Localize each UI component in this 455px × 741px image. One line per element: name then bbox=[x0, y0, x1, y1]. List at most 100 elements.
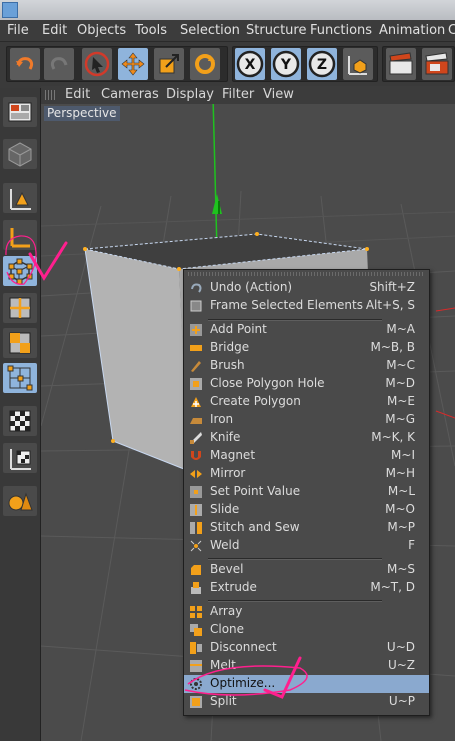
stitch-icon bbox=[189, 521, 203, 535]
menu-tools[interactable]: Tools bbox=[135, 23, 167, 38]
points-mode-button[interactable] bbox=[3, 256, 37, 286]
menu-item-shortcut: Alt+S, S bbox=[365, 298, 415, 312]
texture-axis-button[interactable] bbox=[3, 220, 37, 250]
menu-functions[interactable]: Functions bbox=[310, 23, 372, 38]
menu-item-magnet[interactable]: Magnet M~I bbox=[184, 447, 429, 465]
menu-item-label: Frame Selected Elements bbox=[210, 298, 363, 312]
menu-item-add-point[interactable]: Add Point M~A bbox=[184, 321, 429, 339]
axis-y-button[interactable]: Y bbox=[271, 48, 301, 80]
menu-bar: File Edit Objects Tools Selection Struct… bbox=[0, 20, 455, 42]
layout-icon bbox=[8, 102, 32, 122]
redo-button[interactable] bbox=[44, 48, 74, 80]
menu-item-shortcut: M~B, B bbox=[370, 340, 415, 354]
sculpt-button[interactable] bbox=[3, 486, 37, 516]
object-axis-icon bbox=[10, 189, 31, 210]
menu-structure[interactable]: Structure bbox=[246, 23, 306, 38]
live-selection-button[interactable] bbox=[82, 48, 112, 80]
menu-item-label: Mirror bbox=[210, 466, 246, 480]
axis-y-icon: Y bbox=[272, 50, 300, 78]
menu-item-label: Stitch and Sew bbox=[210, 520, 300, 534]
menu-item-close-polygon-hole[interactable]: Close Polygon Hole M~D bbox=[184, 375, 429, 393]
menu-item-label: Bridge bbox=[210, 340, 250, 354]
rotate-button[interactable] bbox=[190, 48, 220, 80]
svg-text:X: X bbox=[245, 57, 256, 73]
move-button[interactable] bbox=[118, 48, 148, 80]
bevel-icon bbox=[189, 563, 203, 577]
viewport-menu-edit[interactable]: Edit bbox=[65, 87, 90, 102]
axis-x-button[interactable]: X bbox=[235, 48, 265, 80]
menu-item-stitch-and-sew[interactable]: Stitch and Sew M~P bbox=[184, 519, 429, 537]
viewport-grip[interactable] bbox=[45, 90, 57, 100]
menu-item-shortcut: M~C bbox=[386, 358, 415, 372]
menu-item-label: Slide bbox=[210, 502, 240, 516]
menu-item-frame-selected[interactable]: Frame Selected Elements Alt+S, S bbox=[184, 297, 429, 315]
menu-item-weld[interactable]: Weld F bbox=[184, 537, 429, 555]
clapper-icon bbox=[389, 52, 413, 75]
menu-item-knife[interactable]: Knife M~K, K bbox=[184, 429, 429, 447]
render-view-button[interactable] bbox=[386, 48, 416, 80]
menu-animation[interactable]: Animation bbox=[379, 23, 445, 38]
optimize-icon bbox=[189, 677, 203, 691]
menu-item-optimize[interactable]: Optimize... bbox=[184, 675, 429, 693]
menu-item-melt[interactable]: Melt U~Z bbox=[184, 657, 429, 675]
menu-item-shortcut: M~I bbox=[391, 448, 415, 462]
axis-z-icon: Z bbox=[308, 50, 336, 78]
menu-item-create-polygon[interactable]: Create Polygon M~E bbox=[184, 393, 429, 411]
viewport-menu-cameras[interactable]: Cameras bbox=[101, 87, 159, 102]
iron-icon bbox=[189, 413, 203, 427]
menu-item-extrude[interactable]: Extrude M~T, D bbox=[184, 579, 429, 597]
polygons-mode-button[interactable] bbox=[3, 328, 37, 358]
undo-button[interactable] bbox=[10, 48, 40, 80]
menu-item-shortcut: M~G bbox=[385, 412, 415, 426]
menu-item-iron[interactable]: Iron M~G bbox=[184, 411, 429, 429]
uv-points-icon bbox=[7, 365, 33, 391]
menu-item-shortcut: M~P bbox=[387, 520, 415, 534]
model-mode-button[interactable] bbox=[3, 139, 37, 169]
menu-item-disconnect[interactable]: Disconnect U~D bbox=[184, 639, 429, 657]
menu-item-clone[interactable]: Clone bbox=[184, 621, 429, 639]
menu-item-label: Create Polygon bbox=[210, 394, 301, 408]
object-axis-button[interactable] bbox=[3, 183, 37, 213]
menu-item-shortcut: M~D bbox=[385, 376, 415, 390]
menu-overflow[interactable]: C bbox=[448, 23, 455, 38]
menu-item-bevel[interactable]: Bevel M~S bbox=[184, 561, 429, 579]
menu-item-bridge[interactable]: Bridge M~B, B bbox=[184, 339, 429, 357]
model-mode-icon bbox=[8, 142, 32, 167]
menu-file[interactable]: File bbox=[7, 23, 29, 38]
create-polygon-icon bbox=[189, 395, 203, 409]
layout-button[interactable] bbox=[3, 97, 37, 127]
magnet-icon bbox=[189, 449, 203, 463]
edges-mode-button[interactable] bbox=[3, 293, 37, 323]
menu-item-label: Add Point bbox=[210, 322, 267, 336]
menu-item-label: Undo (Action) bbox=[210, 280, 293, 294]
move-icon bbox=[121, 52, 145, 76]
render-picture-viewer-button[interactable] bbox=[422, 48, 452, 80]
menu-item-split[interactable]: Split U~P bbox=[184, 693, 429, 711]
menu-edit[interactable]: Edit bbox=[42, 23, 67, 38]
texture-mode-button[interactable] bbox=[3, 406, 37, 436]
menu-item-array[interactable]: Array bbox=[184, 603, 429, 621]
viewport-menu-view[interactable]: View bbox=[263, 87, 294, 102]
frame-icon bbox=[189, 299, 203, 313]
menu-item-label: Brush bbox=[210, 358, 245, 372]
menu-item-label: Clone bbox=[210, 622, 245, 636]
menu-item-set-point-value[interactable]: Set Point Value M~L bbox=[184, 483, 429, 501]
menu-item-mirror[interactable]: Mirror M~H bbox=[184, 465, 429, 483]
menu-item-slide[interactable]: Slide M~O bbox=[184, 501, 429, 519]
menu-item-shortcut: M~K, K bbox=[371, 430, 415, 444]
workplane-button[interactable] bbox=[3, 443, 37, 473]
bridge-icon bbox=[189, 341, 203, 355]
menu-objects[interactable]: Objects bbox=[77, 23, 126, 38]
uv-points-button[interactable] bbox=[3, 363, 37, 393]
viewport-menu-display[interactable]: Display bbox=[166, 87, 214, 102]
menu-selection[interactable]: Selection bbox=[180, 23, 240, 38]
menu-item-undo[interactable]: Undo (Action) Shift+Z bbox=[184, 279, 429, 297]
viewport-menu-filter[interactable]: Filter bbox=[222, 87, 254, 102]
coordinate-system-button[interactable] bbox=[343, 48, 373, 80]
menu-item-brush[interactable]: Brush M~C bbox=[184, 357, 429, 375]
axis-z-button[interactable]: Z bbox=[307, 48, 337, 80]
slide-icon bbox=[189, 503, 203, 517]
axis-icon bbox=[10, 228, 30, 248]
scale-button[interactable] bbox=[154, 48, 184, 80]
add-point-icon bbox=[189, 323, 203, 337]
